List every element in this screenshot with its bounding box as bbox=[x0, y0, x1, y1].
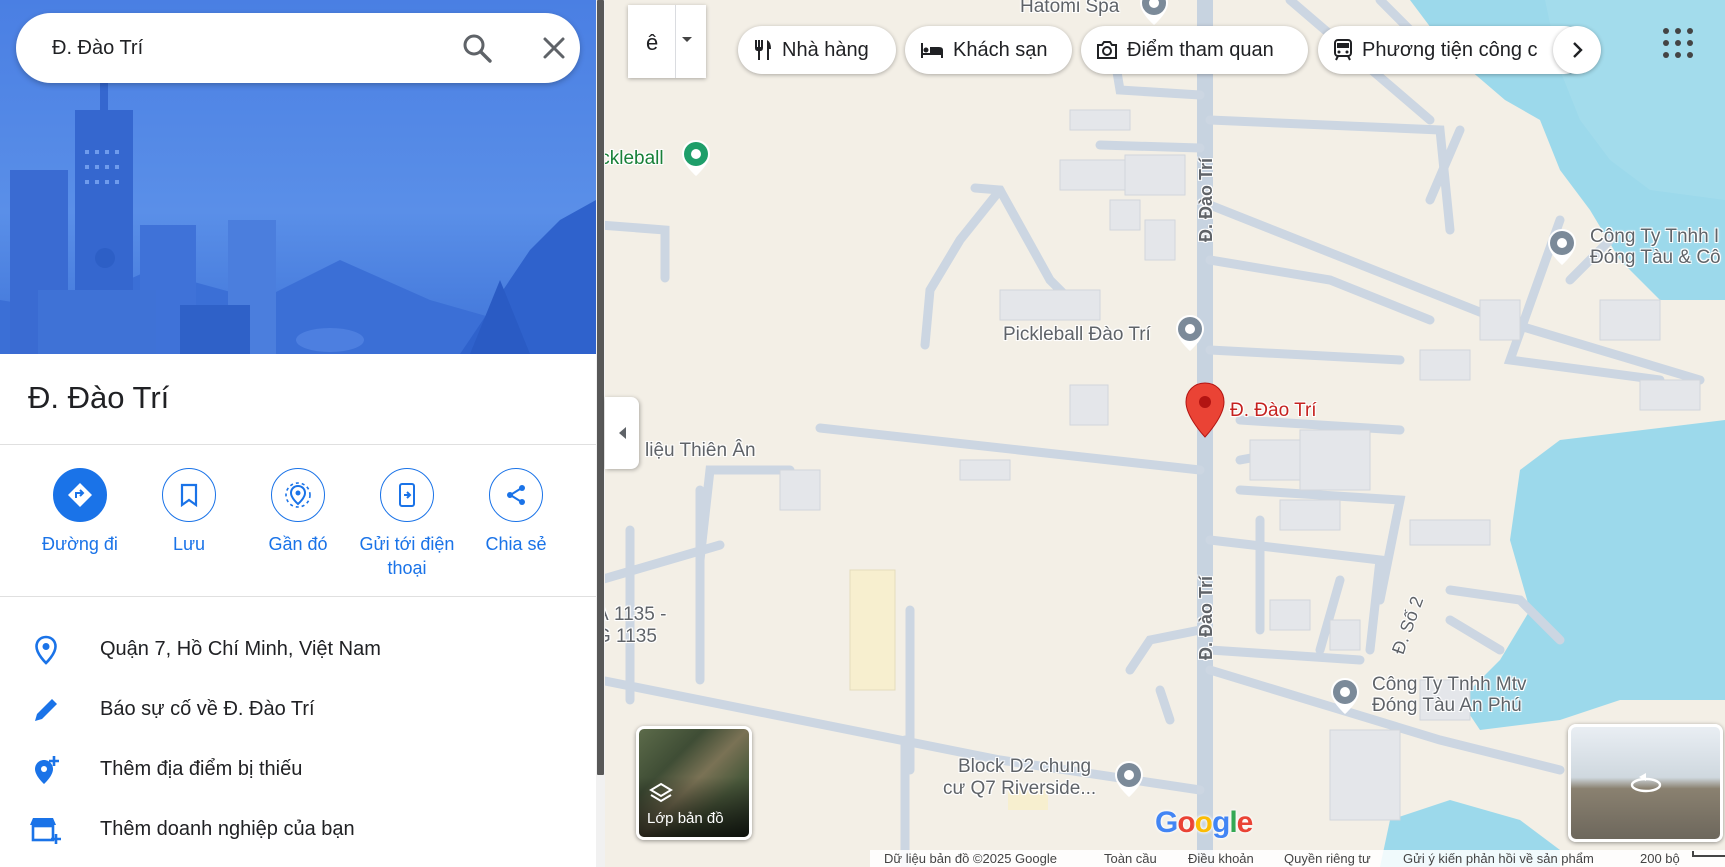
location-pin-icon bbox=[35, 635, 57, 665]
map-label-block-line2[interactable]: cư Q7 Riverside... bbox=[943, 778, 1096, 800]
share-button[interactable]: Chia sẻ bbox=[456, 468, 576, 556]
search-box[interactable] bbox=[16, 13, 580, 83]
map-footer: Dữ liệu bản đồ ©2025 Google Toàn cầu Điề… bbox=[870, 850, 1725, 867]
address-text: Quận 7, Hồ Chí Minh, Việt Nam bbox=[100, 638, 381, 660]
hotel-icon bbox=[921, 43, 943, 58]
map-label-block-line1[interactable]: Block D2 chung bbox=[958, 756, 1091, 778]
scrollbar-thumb[interactable] bbox=[597, 0, 604, 775]
map-label-1135-b: G 1135 bbox=[596, 626, 657, 647]
chip-label: Khách sạn bbox=[953, 38, 1048, 61]
map-layers-label: Lớp bản đồ bbox=[647, 810, 724, 827]
panel-scrollbar[interactable] bbox=[596, 0, 605, 867]
divider bbox=[0, 596, 596, 597]
street-view-thumbnail[interactable] bbox=[1568, 724, 1723, 842]
map-data-attribution: Dữ liệu bản đồ ©2025 Google bbox=[884, 851, 1057, 866]
send-to-phone-icon bbox=[399, 483, 415, 507]
add-business-text: Thêm doanh nghiệp của bạn bbox=[100, 818, 355, 840]
poi-marker-pickleball-green-icon[interactable] bbox=[681, 139, 711, 177]
chevron-down-icon[interactable] bbox=[680, 35, 694, 45]
poi-marker-pickleball-icon[interactable] bbox=[1175, 314, 1205, 352]
google-logo: Google bbox=[1155, 806, 1253, 839]
chip-attractions[interactable]: Điểm tham quan bbox=[1081, 26, 1308, 74]
info-row-add-business[interactable]: Thêm doanh nghiệp của bạn bbox=[0, 802, 596, 858]
chip-transit[interactable]: Phương tiện công c bbox=[1318, 26, 1588, 74]
chips-next-button[interactable] bbox=[1553, 26, 1601, 74]
footer-feedback-link[interactable]: Gửi ý kiến phản hồi về sản phẩm bbox=[1403, 851, 1594, 866]
restaurant-icon bbox=[755, 40, 771, 60]
share-icon bbox=[507, 485, 525, 505]
divider bbox=[0, 444, 596, 445]
chip-restaurants[interactable]: Nhà hàng bbox=[738, 26, 896, 74]
transit-icon bbox=[1334, 39, 1352, 61]
scale-label[interactable]: 200 bộ bbox=[1640, 851, 1680, 866]
apps-grid-icon[interactable] bbox=[1660, 25, 1696, 61]
place-title: Đ. Đào Trí bbox=[28, 380, 170, 415]
search-input[interactable] bbox=[52, 33, 432, 63]
info-row-report[interactable]: Báo sự cố về Đ. Đào Trí bbox=[0, 682, 596, 738]
footer-privacy-link[interactable]: Quyền riêng tư bbox=[1284, 851, 1371, 866]
chevron-right-icon bbox=[1573, 42, 1583, 58]
save-button[interactable]: Lưu bbox=[129, 468, 249, 556]
road-label-dao-tri-south: Đ. Đào Trí bbox=[1196, 575, 1216, 660]
poi-marker-block-icon[interactable] bbox=[1114, 760, 1144, 798]
camera-icon bbox=[1097, 41, 1117, 59]
input-tools-select[interactable]: ê bbox=[628, 5, 706, 78]
selected-location-pin-icon[interactable] bbox=[1184, 382, 1226, 438]
map-label-cty2-line2[interactable]: Đóng Tàu An Phú bbox=[1372, 695, 1522, 717]
chip-label: Điểm tham quan bbox=[1127, 38, 1274, 61]
search-icon[interactable] bbox=[460, 31, 494, 65]
collapse-panel-button[interactable] bbox=[605, 397, 639, 469]
layers-icon bbox=[649, 782, 673, 803]
add-place-text: Thêm địa điểm bị thiếu bbox=[100, 758, 303, 780]
map-label-cty1-line2[interactable]: Đóng Tàu & Cô bbox=[1590, 247, 1721, 269]
map-label-dao-tri-pin[interactable]: Đ. Đào Trí bbox=[1230, 400, 1317, 422]
poi-marker-icon[interactable] bbox=[1139, 0, 1169, 26]
pencil-icon bbox=[35, 699, 57, 721]
directions-icon bbox=[68, 483, 92, 507]
info-row-add-place[interactable]: Thêm địa điểm bị thiếu bbox=[0, 742, 596, 798]
map-label-thien-an[interactable]: liệu Thiên Ân bbox=[645, 440, 756, 462]
nearby-icon bbox=[285, 482, 311, 508]
side-panel: Đ. Đào Trí Đường đi Lưu Gần đó Gửi tới đ… bbox=[0, 0, 596, 867]
scale-bar[interactable] bbox=[1692, 851, 1725, 857]
map-label-cty1-line1[interactable]: Công Ty Tnhh I bbox=[1590, 226, 1719, 248]
map-label-pickleball-dao-tri[interactable]: Pickleball Đào Trí bbox=[1003, 324, 1151, 346]
input-tools-value: ê bbox=[646, 30, 659, 55]
bookmark-icon bbox=[180, 483, 198, 507]
chip-hotels[interactable]: Khách sạn bbox=[905, 26, 1072, 74]
map-label-1135-a: À 1135 - bbox=[596, 604, 667, 625]
map-layers-button[interactable]: Lớp bản đồ bbox=[636, 726, 752, 840]
directions-button[interactable]: Đường đi bbox=[20, 468, 140, 556]
caret-left-icon bbox=[619, 427, 626, 439]
add-location-icon bbox=[35, 756, 59, 784]
nearby-label: Gần đó bbox=[268, 534, 328, 554]
footer-terms-link[interactable]: Điều khoản bbox=[1188, 851, 1254, 866]
rotate-360-icon bbox=[1630, 773, 1662, 793]
map-label-cty2-line1[interactable]: Công Ty Tnhh Mtv bbox=[1372, 674, 1527, 696]
poi-marker-cty2-icon[interactable] bbox=[1330, 677, 1360, 715]
map-label-hatomi[interactable]: Hatomi Spa bbox=[1020, 0, 1119, 18]
report-text: Báo sự cố về Đ. Đào Trí bbox=[100, 698, 315, 720]
chip-label: Nhà hàng bbox=[782, 38, 869, 61]
footer-global-link[interactable]: Toàn cầu bbox=[1104, 851, 1157, 866]
hero-illustration bbox=[0, 0, 596, 354]
divider bbox=[675, 5, 676, 78]
directions-label: Đường đi bbox=[42, 534, 118, 554]
road-label-dao-tri-north: Đ. Đào Trí bbox=[1196, 157, 1216, 242]
add-business-icon bbox=[30, 818, 61, 844]
save-label: Lưu bbox=[172, 534, 206, 554]
nearby-button[interactable]: Gần đó bbox=[238, 468, 358, 556]
close-icon[interactable] bbox=[537, 31, 571, 65]
info-row-address[interactable]: Quận 7, Hồ Chí Minh, Việt Nam bbox=[0, 622, 596, 678]
chip-label: Phương tiện công c bbox=[1362, 38, 1538, 61]
send-to-phone-label: Gửi tới điện thoại bbox=[359, 534, 455, 578]
poi-marker-cty1-icon[interactable] bbox=[1547, 228, 1577, 266]
send-to-phone-button[interactable]: Gửi tới điện thoại bbox=[347, 468, 467, 580]
share-label: Chia sẻ bbox=[485, 534, 547, 554]
map-label-pickleball-1[interactable]: ickleball bbox=[596, 148, 664, 170]
